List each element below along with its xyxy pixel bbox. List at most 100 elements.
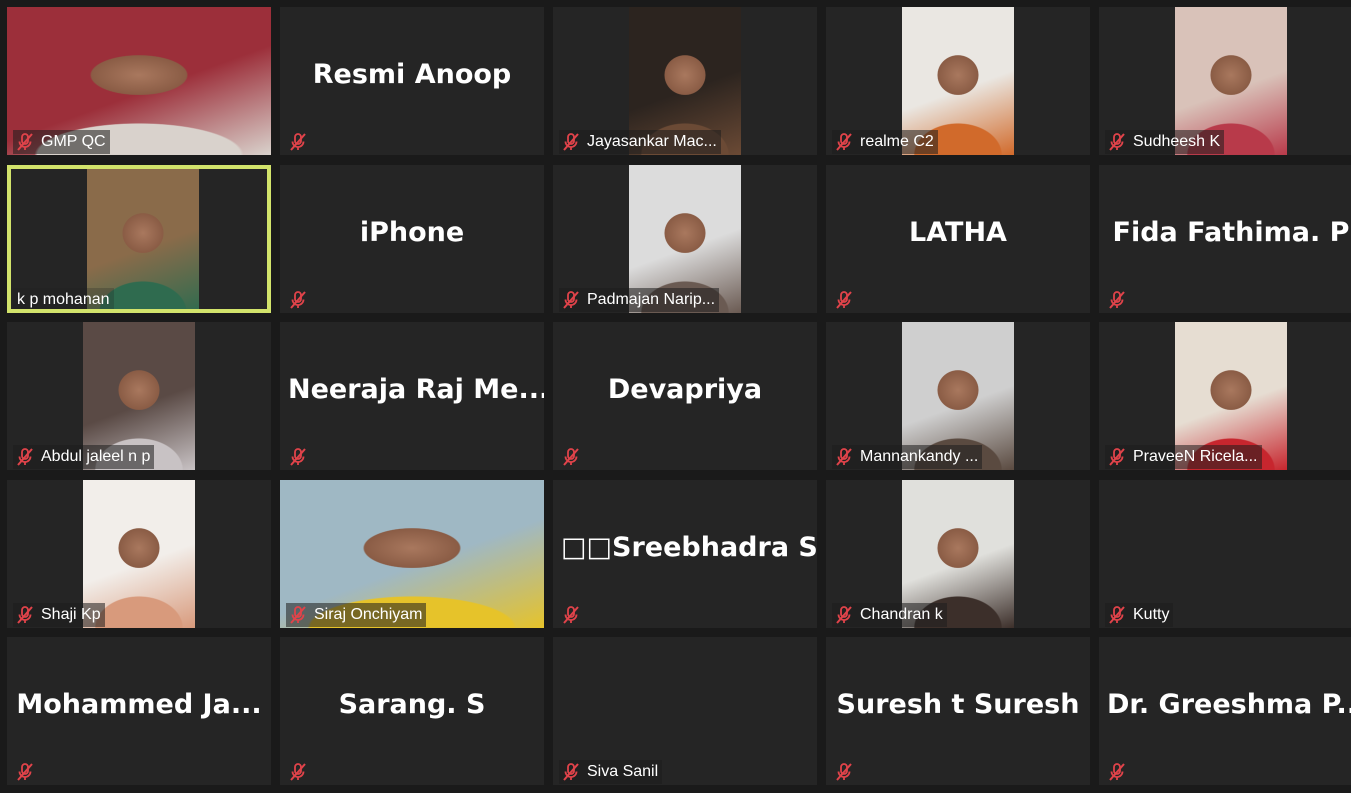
participant-name-bar: [286, 760, 312, 784]
mic-muted-icon: [561, 605, 581, 625]
participant-name-label: Abdul jaleel n p: [41, 448, 151, 465]
participant-display-name: Neeraja Raj Me...: [288, 374, 544, 405]
participant-name-bar: Siraj Onchiyam: [286, 603, 427, 627]
gallery-view: GMP QC Resmi Anoop Jayasankar Mac... realme…: [0, 0, 1351, 793]
participant-name-bar: [832, 760, 858, 784]
mic-muted-icon: [15, 762, 35, 782]
mic-muted-icon: [834, 290, 854, 310]
participant-name-bar: [286, 288, 312, 312]
participant-name-label: realme C2: [860, 133, 934, 150]
participant-name-label: Chandran k: [860, 606, 943, 623]
participant-display-name: Mohammed Ja...: [16, 689, 262, 720]
participant-name-bar: Abdul jaleel n p: [13, 445, 155, 469]
participant-tile[interactable]: Fida Fathima. P: [1099, 165, 1351, 313]
participant-name-bar: [286, 130, 312, 154]
participant-display-name: Suresh t Suresh: [836, 689, 1080, 720]
participant-tile[interactable]: Shaji Kp: [7, 480, 271, 628]
mic-muted-icon: [1107, 447, 1127, 467]
participant-tile[interactable]: Devapriya: [553, 322, 817, 470]
participant-tile[interactable]: LATHA: [826, 165, 1090, 313]
mic-muted-icon: [288, 762, 308, 782]
participant-name-bar: Kutty: [1105, 603, 1174, 627]
participant-tile[interactable]: iPhone: [280, 165, 544, 313]
participant-tile[interactable]: Sarang. S: [280, 637, 544, 785]
participant-name-bar: Shaji Kp: [13, 603, 105, 627]
participant-tile[interactable]: Mannankandy ...: [826, 322, 1090, 470]
participant-name-bar: [13, 760, 39, 784]
participant-name-bar: [1105, 760, 1131, 784]
participant-display-name: Sarang. S: [338, 689, 486, 720]
participant-display-name: □□Sreebhadra S...: [561, 532, 817, 563]
participant-tile[interactable]: Neeraja Raj Me...: [280, 322, 544, 470]
participant-tile[interactable]: □□Sreebhadra S...: [553, 480, 817, 628]
participant-name-label: GMP QC: [41, 133, 106, 150]
participant-display-name: Fida Fathima. P: [1112, 217, 1350, 248]
mic-muted-icon: [15, 132, 35, 152]
participant-tile[interactable]: Siva Sanil: [553, 637, 817, 785]
mic-muted-icon: [15, 605, 35, 625]
participant-name-label: Padmajan Narip...: [587, 291, 716, 308]
participant-display-name: Resmi Anoop: [312, 59, 512, 90]
mic-muted-icon: [561, 762, 581, 782]
participant-name-label: Sudheesh K: [1133, 133, 1221, 150]
participant-name-label: Siva Sanil: [587, 763, 659, 780]
mic-muted-icon: [1107, 132, 1127, 152]
participant-name-bar: Siva Sanil: [559, 760, 663, 784]
participant-tile[interactable]: Suresh t Suresh: [826, 637, 1090, 785]
participant-name-bar: [832, 288, 858, 312]
participant-tile[interactable]: Jayasankar Mac...: [553, 7, 817, 155]
participant-name-bar: Chandran k: [832, 603, 947, 627]
mic-muted-icon: [561, 447, 581, 467]
mic-muted-icon: [834, 605, 854, 625]
participant-tile[interactable]: k p mohanan: [7, 165, 271, 313]
participant-display-name: iPhone: [359, 217, 465, 248]
participant-tile[interactable]: GMP QC: [7, 7, 271, 155]
participant-tile[interactable]: PraveeN Ricela...: [1099, 322, 1351, 470]
participant-name-label: Mannankandy ...: [860, 448, 979, 465]
mic-muted-icon: [288, 132, 308, 152]
mic-muted-icon: [1107, 605, 1127, 625]
participant-name-label: Jayasankar Mac...: [587, 133, 717, 150]
participant-name-bar: GMP QC: [13, 130, 110, 154]
participant-display-name: Devapriya: [607, 374, 763, 405]
participant-display-name: LATHA: [909, 217, 1007, 248]
mic-muted-icon: [834, 762, 854, 782]
participant-name-bar: [286, 445, 312, 469]
participant-tile[interactable]: Kutty: [1099, 480, 1351, 628]
participant-name-label: k p mohanan: [17, 291, 110, 308]
participant-name-bar: [1105, 288, 1131, 312]
mic-muted-icon: [1107, 762, 1127, 782]
mic-muted-icon: [288, 290, 308, 310]
mic-muted-icon: [288, 447, 308, 467]
participant-tile[interactable]: Chandran k: [826, 480, 1090, 628]
participant-display-name: Dr. Greeshma P...: [1107, 689, 1351, 720]
participant-name-bar: Jayasankar Mac...: [559, 130, 721, 154]
participant-tile[interactable]: Padmajan Narip...: [553, 165, 817, 313]
participant-name-bar: realme C2: [832, 130, 938, 154]
participant-name-bar: [559, 445, 585, 469]
participant-name-bar: [559, 603, 585, 627]
mic-muted-icon: [1107, 290, 1127, 310]
participant-tile[interactable]: Dr. Greeshma P...: [1099, 637, 1351, 785]
mic-muted-icon: [288, 605, 308, 625]
participant-tile[interactable]: Abdul jaleel n p: [7, 322, 271, 470]
participant-name-bar: Padmajan Narip...: [559, 288, 720, 312]
mic-muted-icon: [15, 447, 35, 467]
participant-name-label: Kutty: [1133, 606, 1170, 623]
participant-name-label: Shaji Kp: [41, 606, 101, 623]
participant-tile[interactable]: realme C2: [826, 7, 1090, 155]
participant-name-bar: k p mohanan: [13, 288, 114, 309]
mic-muted-icon: [834, 132, 854, 152]
participant-name-bar: Sudheesh K: [1105, 130, 1225, 154]
participant-tile[interactable]: Mohammed Ja...: [7, 637, 271, 785]
mic-muted-icon: [561, 290, 581, 310]
participant-tile[interactable]: Siraj Onchiyam: [280, 480, 544, 628]
participant-name-bar: Mannankandy ...: [832, 445, 983, 469]
participant-tile[interactable]: Resmi Anoop: [280, 7, 544, 155]
mic-muted-icon: [834, 447, 854, 467]
mic-muted-icon: [561, 132, 581, 152]
participant-name-bar: PraveeN Ricela...: [1105, 445, 1262, 469]
participant-tile[interactable]: Sudheesh K: [1099, 7, 1351, 155]
participant-name-label: Siraj Onchiyam: [314, 606, 423, 623]
participant-name-label: PraveeN Ricela...: [1133, 448, 1258, 465]
